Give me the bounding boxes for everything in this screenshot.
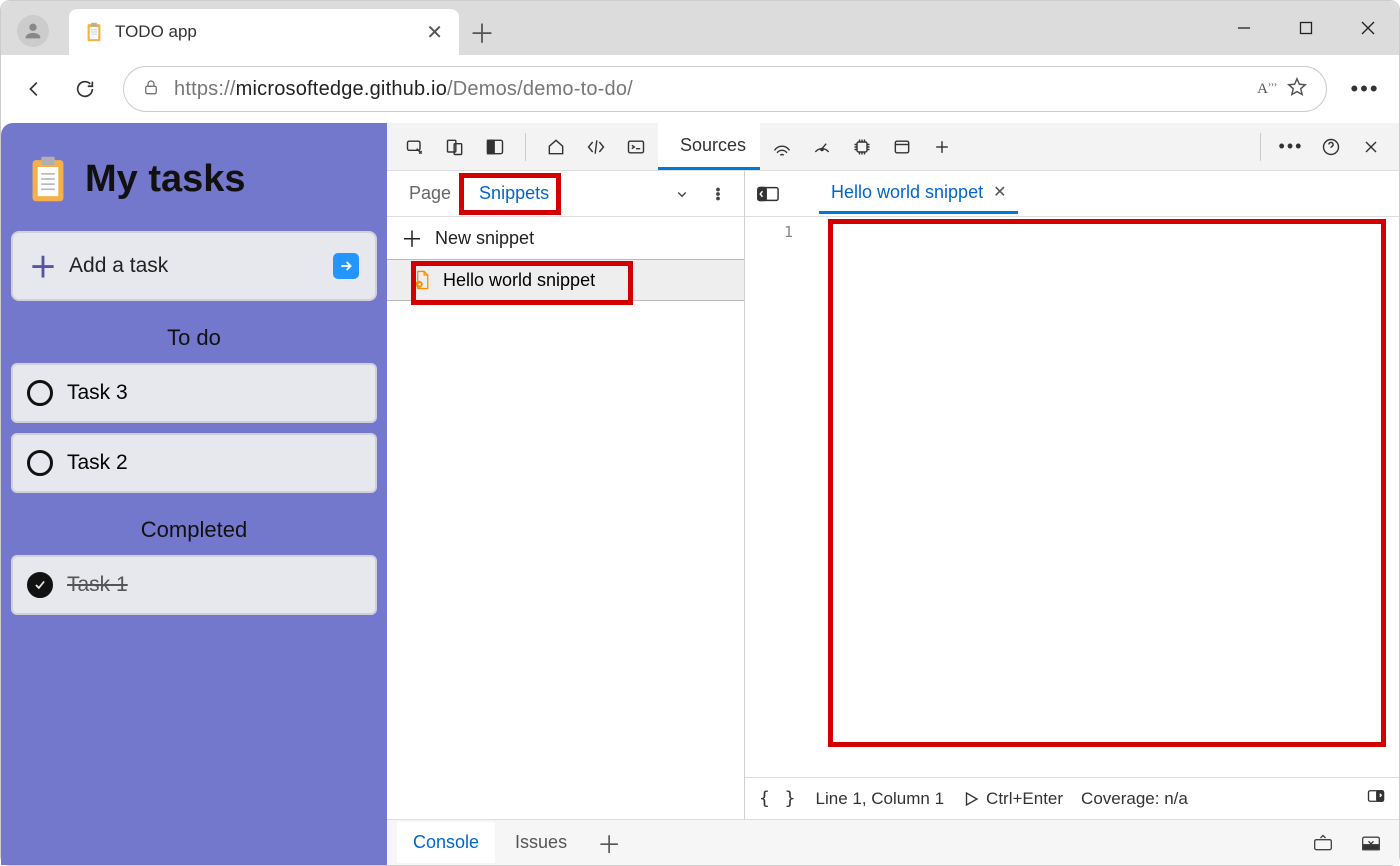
web-page: My tasks ＋ Add a task To do Task 3 Task … [1, 123, 387, 865]
memory-tab-icon[interactable] [844, 129, 880, 165]
plus-icon: ＋ [401, 222, 423, 254]
coverage-status: Coverage: n/a [1081, 789, 1188, 809]
task-label: Task 1 [67, 573, 128, 597]
navigator-more-button[interactable] [700, 176, 736, 212]
task-checkbox[interactable] [27, 450, 53, 476]
read-aloud-button[interactable]: A››› [1257, 81, 1268, 98]
show-debugger-button[interactable] [1367, 787, 1385, 810]
issues-drawer-tab[interactable]: Issues [499, 822, 583, 863]
add-task-placeholder: Add a task [69, 254, 168, 278]
snippet-item-label: Hello world snippet [443, 270, 595, 291]
devtools-toolbar: Sources ••• [387, 123, 1399, 171]
settings-menu-button[interactable]: ••• [1343, 76, 1387, 102]
task-item[interactable]: Task 1 [11, 555, 377, 615]
network-tab-icon[interactable] [764, 129, 800, 165]
inspect-element-button[interactable] [397, 129, 433, 165]
application-tab-icon[interactable] [884, 129, 920, 165]
browser-tab[interactable]: TODO app ✕ [69, 9, 459, 55]
console-tab-icon[interactable] [618, 129, 654, 165]
drawer-expand-button[interactable] [1305, 825, 1341, 861]
help-button[interactable] [1313, 129, 1349, 165]
navigator-tabs: Page Snippets [387, 171, 744, 217]
new-snippet-button[interactable]: ＋ New snippet [387, 217, 744, 259]
close-file-button[interactable]: ✕ [993, 182, 1006, 202]
task-label: Task 3 [67, 381, 128, 405]
page-title: My tasks [85, 158, 246, 201]
editor-file-tab[interactable]: Hello world snippet ✕ [819, 174, 1018, 214]
tab-close-button[interactable]: ✕ [426, 20, 443, 45]
drawer-dock-button[interactable] [1353, 825, 1389, 861]
back-button[interactable] [13, 67, 57, 111]
editor-tabs: Hello world snippet ✕ [745, 171, 1399, 217]
toolbar: https://microsoftedge.github.io/Demos/de… [1, 55, 1399, 123]
task-checkbox[interactable] [27, 380, 53, 406]
device-emulation-button[interactable] [437, 129, 473, 165]
task-item[interactable]: Task 2 [11, 433, 377, 493]
code-editor[interactable]: 1 [745, 217, 1399, 777]
site-info-button[interactable] [142, 78, 160, 101]
navigator-pane: Page Snippets ＋ New snippet Hello world … [387, 171, 745, 819]
devtools: Sources ••• Page Snippets [387, 123, 1399, 865]
dock-side-button[interactable] [477, 129, 513, 165]
sources-panel: Page Snippets ＋ New snippet Hello world … [387, 171, 1399, 819]
sources-tab[interactable]: Sources [658, 123, 760, 170]
toggle-navigator-button[interactable] [755, 183, 781, 205]
close-devtools-button[interactable] [1353, 129, 1389, 165]
page-header: My tasks [11, 137, 377, 231]
new-snippet-label: New snippet [435, 228, 534, 249]
submit-task-button[interactable] [333, 253, 359, 279]
snippet-item[interactable]: Hello world snippet [387, 259, 744, 301]
section-heading-completed: Completed [11, 517, 377, 543]
maximize-button[interactable] [1275, 1, 1337, 55]
devtools-drawer: Console Issues ＋ [387, 819, 1399, 865]
minimize-button[interactable] [1213, 1, 1275, 55]
editor-pane: Hello world snippet ✕ 1 { } Line 1, Colu… [745, 171, 1399, 819]
task-checkbox[interactable] [27, 572, 53, 598]
section-heading-todo: To do [11, 325, 377, 351]
task-item[interactable]: Task 3 [11, 363, 377, 423]
favorite-button[interactable] [1286, 76, 1308, 103]
window-controls [1213, 1, 1399, 55]
close-window-button[interactable] [1337, 1, 1399, 55]
tab-title: TODO app [115, 22, 197, 42]
sources-tab-label: Sources [680, 135, 746, 156]
page-subtab[interactable]: Page [395, 173, 465, 214]
more-tabs-button[interactable] [924, 129, 960, 165]
editor-statusbar: { } Line 1, Column 1 Ctrl+Enter Coverage… [745, 777, 1399, 819]
add-drawer-tab-button[interactable]: ＋ [587, 825, 631, 860]
plus-icon: ＋ [29, 246, 57, 286]
profile-button[interactable] [17, 15, 49, 47]
snippet-file-icon [413, 270, 431, 290]
refresh-button[interactable] [63, 67, 107, 111]
new-tab-button[interactable]: ＋ [459, 9, 505, 55]
more-subtabs-button[interactable] [664, 176, 700, 212]
snippets-subtab[interactable]: Snippets [465, 173, 563, 214]
line-gutter: 1 [745, 217, 803, 777]
task-label: Task 2 [67, 451, 128, 475]
console-drawer-tab[interactable]: Console [397, 822, 495, 863]
elements-tab-icon[interactable] [578, 129, 614, 165]
clipboard-icon [27, 155, 69, 203]
file-tab-label: Hello world snippet [831, 182, 983, 203]
pretty-print-button[interactable]: { } [759, 788, 798, 809]
url-text: https://microsoftedge.github.io/Demos/de… [174, 78, 633, 101]
welcome-tab-icon[interactable] [538, 129, 574, 165]
run-snippet-button[interactable]: Ctrl+Enter [962, 789, 1063, 809]
more-options-button[interactable]: ••• [1273, 129, 1309, 165]
add-task-input[interactable]: ＋ Add a task [11, 231, 377, 301]
window-titlebar: TODO app ✕ ＋ [1, 1, 1399, 55]
address-bar[interactable]: https://microsoftedge.github.io/Demos/de… [123, 66, 1327, 112]
performance-tab-icon[interactable] [804, 129, 840, 165]
cursor-position: Line 1, Column 1 [816, 789, 945, 809]
clipboard-icon [85, 22, 103, 42]
